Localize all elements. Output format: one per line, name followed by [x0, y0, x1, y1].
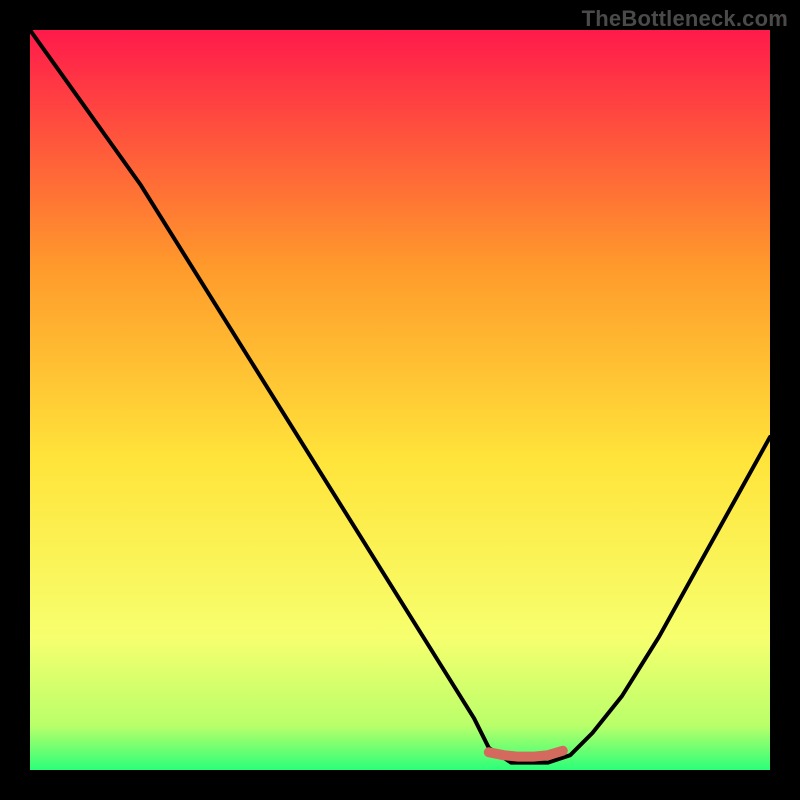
watermark-text: TheBottleneck.com: [582, 6, 788, 32]
plot-area: [30, 30, 770, 770]
curve-layer: [30, 30, 770, 770]
bottleneck-curve: [30, 30, 770, 763]
chart-frame: TheBottleneck.com: [0, 0, 800, 800]
optimal-mark: [489, 751, 563, 757]
